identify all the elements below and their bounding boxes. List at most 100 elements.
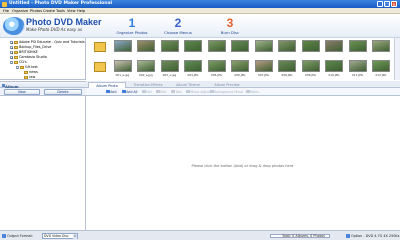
edit-icon	[156, 89, 160, 94]
tree-item-label: news	[29, 70, 38, 74]
folder-icon	[20, 65, 24, 69]
add-all-button[interactable]: Add All	[122, 90, 137, 95]
menu-photos[interactable]: Photos	[30, 9, 42, 13]
folder-icon	[24, 75, 28, 79]
delete-button[interactable]: Del	[142, 90, 152, 95]
thumbnail-scrollbar[interactable]	[394, 38, 400, 80]
tree-item-label: GH.test	[25, 65, 38, 69]
step-number: 3	[226, 16, 234, 30]
expander-icon[interactable]: +	[10, 45, 14, 49]
tool-label: Edit	[160, 89, 167, 94]
photo-image	[160, 40, 179, 52]
tree-item[interactable]: raw	[24, 75, 35, 80]
drop-hint: Please click the button (Add) or drag & …	[191, 164, 295, 168]
tool-label: Add	[110, 89, 117, 94]
more-icon	[246, 89, 250, 94]
thumbnail-caption: 003_e.jpg	[162, 73, 177, 77]
expander-icon[interactable]: +	[10, 50, 14, 54]
tree-item-label: Backup_Files_Drive	[19, 45, 52, 49]
step-choose-menus[interactable]: 2 Choose Menus	[158, 16, 198, 36]
thumbnail-caption: 011.JPG	[352, 73, 363, 77]
expander-icon[interactable]: -	[16, 65, 19, 69]
tree-item-label: raw	[29, 75, 36, 79]
app-icon	[2, 1, 7, 7]
window-title: Untitled - Photo DVD Maker Professional	[9, 1, 113, 6]
photo-image	[348, 60, 367, 72]
tree-item-label: Adobe PSI Educate - Quiz and Tutorials	[19, 40, 85, 44]
tool-label: Music Adjust	[190, 89, 211, 94]
photo-image	[372, 60, 390, 72]
output-format-label: Output Format:	[7, 234, 33, 238]
expander-icon[interactable]: -	[10, 60, 13, 64]
tool-label: Del	[146, 89, 152, 94]
photo-image	[325, 60, 343, 72]
minimize-button[interactable]: _	[377, 1, 383, 7]
text-icon	[171, 89, 175, 94]
add-icon	[106, 89, 110, 94]
thumbnail-caption: 004.JPG	[187, 73, 199, 77]
output-format-value: DVD Video Disc	[44, 234, 69, 238]
add-all-icon	[122, 89, 126, 94]
photo-image	[254, 60, 273, 72]
menu-help[interactable]: Help	[77, 9, 85, 13]
album-panel-header: Album	[0, 81, 86, 89]
title-bar: Untitled - Photo DVD Maker Professional …	[0, 0, 400, 8]
delete-album-button[interactable]: Delete	[44, 89, 82, 95]
folder-icon	[90, 60, 108, 72]
album-list[interactable]	[0, 96, 86, 230]
menu-view[interactable]: View	[67, 9, 76, 13]
step-burn-disc[interactable]: 3 Burn Disc	[212, 16, 248, 36]
step-organize-photos[interactable]: 1 Organize Photos	[112, 16, 152, 36]
photo-image	[184, 60, 202, 72]
music-icon	[186, 89, 190, 94]
expander-icon[interactable]: +	[10, 40, 14, 44]
maximize-button[interactable]: □	[384, 1, 390, 7]
step-label: Burn Disc	[220, 30, 240, 35]
folder-icon	[14, 40, 18, 44]
menu-file[interactable]: File	[3, 9, 9, 13]
close-button[interactable]: ×	[391, 1, 397, 7]
tree-item-label: BRITISHIKE	[19, 50, 38, 54]
album-actions: New Delete	[0, 88, 86, 96]
menu-tools[interactable]: Tools	[56, 9, 65, 13]
photo-drop-area[interactable]: Please click the button (Add) or drag & …	[86, 96, 400, 230]
thumbnail-browser: 001_e.jpg 002_e.jpg 003_e.jpg 004.JPG 005.JP…	[86, 38, 400, 80]
background-music-button[interactable]: Background Music	[210, 90, 243, 95]
photo-image	[207, 60, 226, 72]
photo-image	[325, 40, 343, 52]
menu-organize[interactable]: Organize	[12, 9, 28, 13]
tool-label: Text	[175, 89, 182, 94]
thumbnail-caption: 006.JPG	[234, 73, 246, 77]
background-music-icon	[210, 89, 214, 94]
photo-image	[301, 40, 320, 52]
folder-icon	[14, 55, 18, 59]
tree-item-label: Camtasia Studio	[19, 55, 47, 59]
thumbnail-caption: 009.JPG	[305, 73, 316, 77]
photo-image	[113, 40, 132, 52]
folder-tree: + Adobe PSI Educate - Quiz and Tutorials …	[0, 38, 86, 80]
thumbnail-caption: 010.JPG	[328, 73, 340, 77]
product-name: Photo DVD Maker	[26, 17, 102, 27]
tool-label: More...	[250, 89, 262, 94]
music-adjust-button[interactable]: Music Adjust	[186, 90, 210, 95]
totals-text: Total: 0 Albums, 0 Photos	[282, 234, 325, 238]
photo-image	[160, 60, 179, 72]
expander-icon[interactable]: +	[10, 55, 14, 59]
add-button[interactable]: Add	[106, 90, 116, 95]
tree-item-label: CD's	[19, 60, 27, 64]
photo-image	[137, 60, 155, 72]
menu-create[interactable]: Create	[43, 9, 55, 13]
text-button[interactable]: Text	[171, 90, 182, 95]
tool-label: Background Music	[214, 89, 244, 94]
folder-icon	[24, 70, 28, 74]
delete-icon	[142, 89, 146, 94]
more-button[interactable]: More...	[246, 90, 261, 95]
thumbnail-caption: 012.JPG	[375, 73, 387, 77]
edit-button[interactable]: Edit	[156, 90, 166, 95]
status-bar: Output Format: DVD Video Disc ▾ Total: 0…	[0, 230, 400, 240]
dvd-disc-icon	[3, 17, 25, 35]
photo-toolbar: Add Add All Del Edit Text Music Adjust B…	[86, 88, 400, 96]
new-album-button[interactable]: New	[4, 89, 40, 95]
folder-icon	[14, 45, 18, 49]
output-format-select[interactable]: DVD Video Disc ▾	[42, 233, 78, 240]
